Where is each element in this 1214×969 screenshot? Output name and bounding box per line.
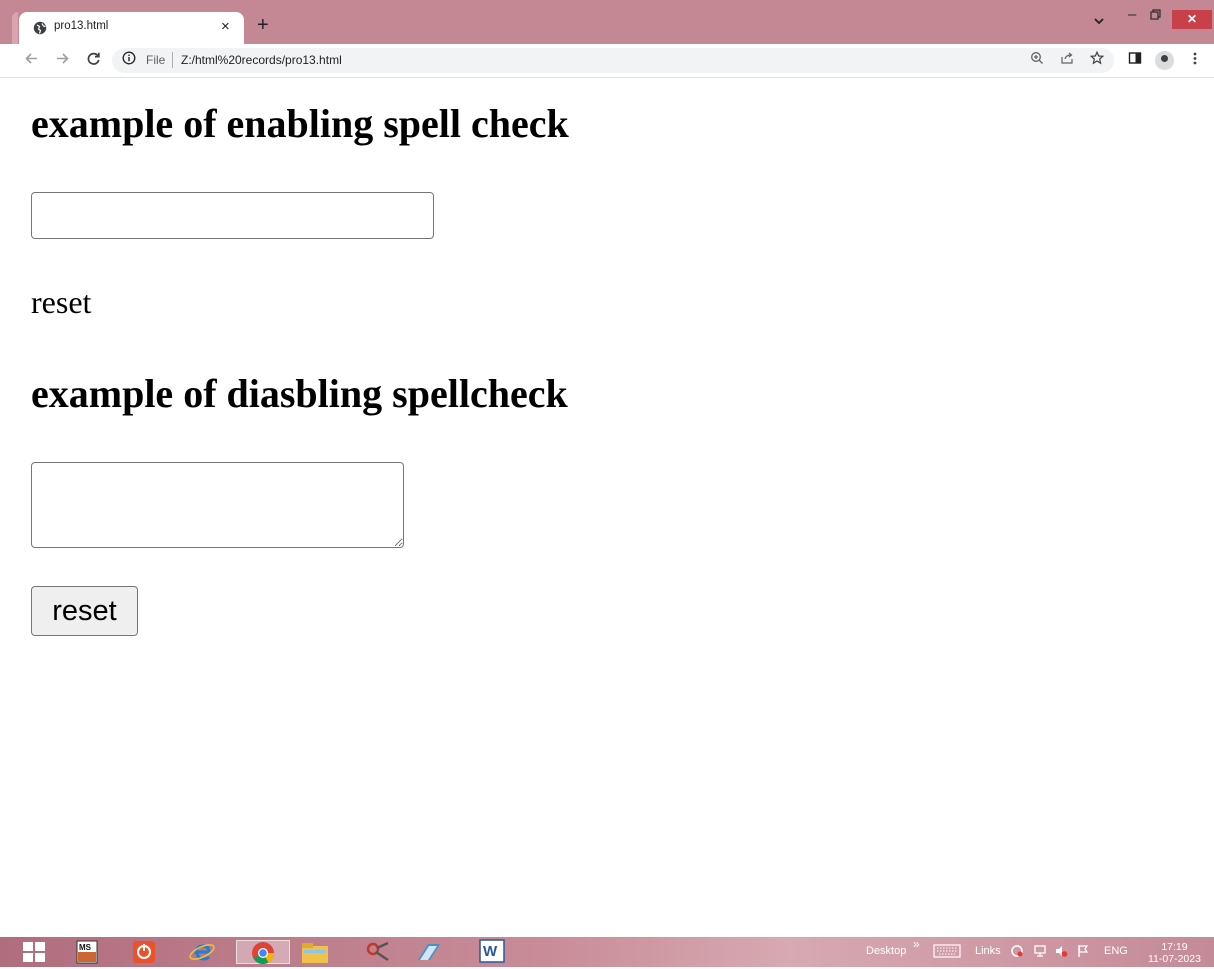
word-app-icon[interactable]: W <box>478 939 518 964</box>
kebab-menu-icon[interactable] <box>1192 51 1198 70</box>
keyboard-icon[interactable] <box>933 944 961 961</box>
svg-text:MS: MS <box>79 943 92 952</box>
chrome-taskbar-button[interactable] <box>236 940 290 964</box>
spellcheck-disabled-textarea[interactable] <box>31 462 404 548</box>
windows-logo-icon <box>23 942 45 962</box>
volume-muted-icon[interactable] <box>1054 944 1068 961</box>
reload-icon[interactable] <box>86 51 101 70</box>
scheme-label: File <box>146 53 166 67</box>
browser-tab[interactable]: pro13.html × <box>19 12 244 44</box>
desktop-toolbar-label[interactable]: Desktop <box>866 945 906 957</box>
zoom-icon[interactable] <box>1030 51 1044 68</box>
address-url[interactable]: Z:/html%20records/pro13.html <box>181 53 342 67</box>
clock-time: 17:19 <box>1161 941 1188 953</box>
network-sync-icon[interactable] <box>1010 944 1024 961</box>
share-icon[interactable] <box>1060 51 1074 68</box>
reset-text: reset <box>31 284 92 320</box>
ms-office-app-icon[interactable]: MS <box>76 940 116 964</box>
close-window-button[interactable]: ✕ <box>1172 10 1212 29</box>
profile-icon[interactable] <box>1155 51 1174 70</box>
reset-button[interactable]: reset <box>31 586 138 636</box>
globe-icon <box>33 21 47 35</box>
browser-titlebar: pro13.html × + – ✕ <box>0 0 1214 44</box>
power-app-icon[interactable] <box>132 940 172 964</box>
info-icon[interactable] <box>122 51 136 68</box>
taskbar-clock[interactable]: 17:19 11-07-2023 <box>1148 941 1201 965</box>
tab-title: pro13.html <box>54 20 109 32</box>
internet-explorer-icon[interactable] <box>188 940 228 964</box>
tab-strip-edge <box>12 12 18 44</box>
snipping-tool-icon[interactable] <box>364 940 404 964</box>
page-viewport: example of enabling spell check reset ex… <box>0 78 1214 936</box>
address-divider <box>172 52 173 68</box>
language-indicator[interactable]: ENG <box>1104 945 1128 957</box>
chevron-right-double-icon[interactable]: » <box>913 937 920 951</box>
network-icon[interactable] <box>1033 944 1047 961</box>
arrow-right-icon[interactable] <box>55 51 70 70</box>
tab-close-icon[interactable]: × <box>221 18 230 35</box>
side-panel-icon[interactable] <box>1128 51 1142 69</box>
svg-text:W: W <box>483 943 498 960</box>
start-button[interactable] <box>22 940 62 964</box>
heading-enable-spellcheck: example of enabling spell check <box>31 101 569 146</box>
restore-button[interactable] <box>1150 8 1161 23</box>
browser-toolbar: File Z:/html%20records/pro13.html <box>0 44 1214 78</box>
minimize-button[interactable]: – <box>1128 6 1136 23</box>
links-toolbar-label[interactable]: Links <box>975 945 1001 957</box>
new-tab-button[interactable]: + <box>257 15 269 35</box>
flag-icon[interactable] <box>1077 944 1089 961</box>
heading-disable-spellcheck: example of diasbling spellcheck <box>31 371 568 416</box>
star-icon[interactable] <box>1089 50 1105 68</box>
arrow-left-icon[interactable] <box>24 51 39 70</box>
spellcheck-enabled-input[interactable] <box>31 192 434 239</box>
tab-search-chevron-icon[interactable] <box>1093 14 1105 29</box>
clock-date: 11-07-2023 <box>1148 953 1201 965</box>
address-bar[interactable]: File Z:/html%20records/pro13.html <box>112 48 1114 73</box>
notepad-app-icon[interactable] <box>414 940 454 964</box>
windows-taskbar: MS W Desktop » Links ENG 17:19 11-07-202… <box>0 937 1214 967</box>
file-explorer-icon[interactable] <box>300 940 340 964</box>
